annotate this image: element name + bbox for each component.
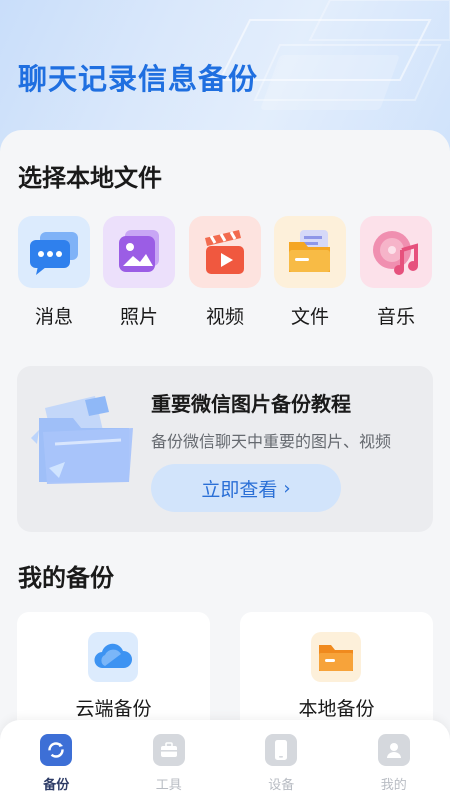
category-label: 音乐 <box>376 306 415 328</box>
tutorial-promo-card[interactable]: 重要微信图片备份教程 备份微信聊天中重要的图片、视频 立即查看 › <box>17 366 433 532</box>
category-music[interactable]: 音乐 <box>360 216 432 328</box>
cloud-backup-tile <box>88 632 138 682</box>
category-tile <box>274 216 346 288</box>
promo-description: 备份微信聊天中重要的图片、视频 <box>151 432 392 451</box>
category-label: 视频 <box>205 306 244 328</box>
local-backup-label: 本地备份 <box>298 698 375 720</box>
local-files-title: 选择本地文件 <box>18 164 162 192</box>
category-label: 照片 <box>119 306 158 328</box>
tab-label: 我的 <box>380 778 407 793</box>
music-disc-icon <box>373 231 418 275</box>
category-tile <box>189 216 261 288</box>
tab-profile[interactable]: 我的 <box>338 720 450 800</box>
tab-devices[interactable]: 设备 <box>225 720 338 800</box>
category-videos[interactable]: 视频 <box>189 216 261 328</box>
category-label: 消息 <box>34 306 73 328</box>
category-photos[interactable]: 照片 <box>103 216 175 328</box>
category-tile <box>18 216 90 288</box>
tab-label: 设备 <box>268 778 295 793</box>
tab-tools[interactable]: 工具 <box>113 720 226 800</box>
toolbox-icon <box>152 734 185 766</box>
photo-icon <box>119 230 159 272</box>
backup-sync-icon <box>40 734 73 766</box>
video-clapper-icon <box>205 230 244 274</box>
my-backups-title: 我的备份 <box>18 564 114 592</box>
local-backup-tile <box>311 632 361 682</box>
cloud-icon <box>94 643 133 669</box>
chat-bubble-icon <box>30 232 78 275</box>
cloud-backup-label: 云端备份 <box>75 698 152 720</box>
tab-label: 工具 <box>155 778 182 793</box>
folder-icon <box>289 230 330 272</box>
folder-illustration-icon <box>31 396 133 484</box>
tab-backup[interactable]: 备份 <box>0 720 113 800</box>
view-now-button[interactable]: 立即查看 › <box>151 464 341 512</box>
category-messages[interactable]: 消息 <box>18 216 90 328</box>
phone-device-icon <box>265 734 298 766</box>
view-now-label: 立即查看 <box>201 478 278 501</box>
page-title: 聊天记录信息备份 <box>18 62 259 96</box>
folder-icon <box>319 645 353 671</box>
bottom-tab-bar: 备份 工具 设备 我的 <box>0 720 450 800</box>
promo-title: 重要微信图片备份教程 <box>151 392 351 416</box>
category-tile <box>360 216 432 288</box>
main-content: 选择本地文件 消息 照片 视频 文件 音乐 重要微信图片备份教程 备份微信聊天中… <box>0 130 450 752</box>
category-tile <box>103 216 175 288</box>
category-label: 文件 <box>290 306 329 328</box>
user-profile-icon <box>377 734 410 766</box>
category-files[interactable]: 文件 <box>274 216 346 328</box>
tab-label: 备份 <box>43 778 70 793</box>
chevron-right-icon: › <box>283 477 291 499</box>
